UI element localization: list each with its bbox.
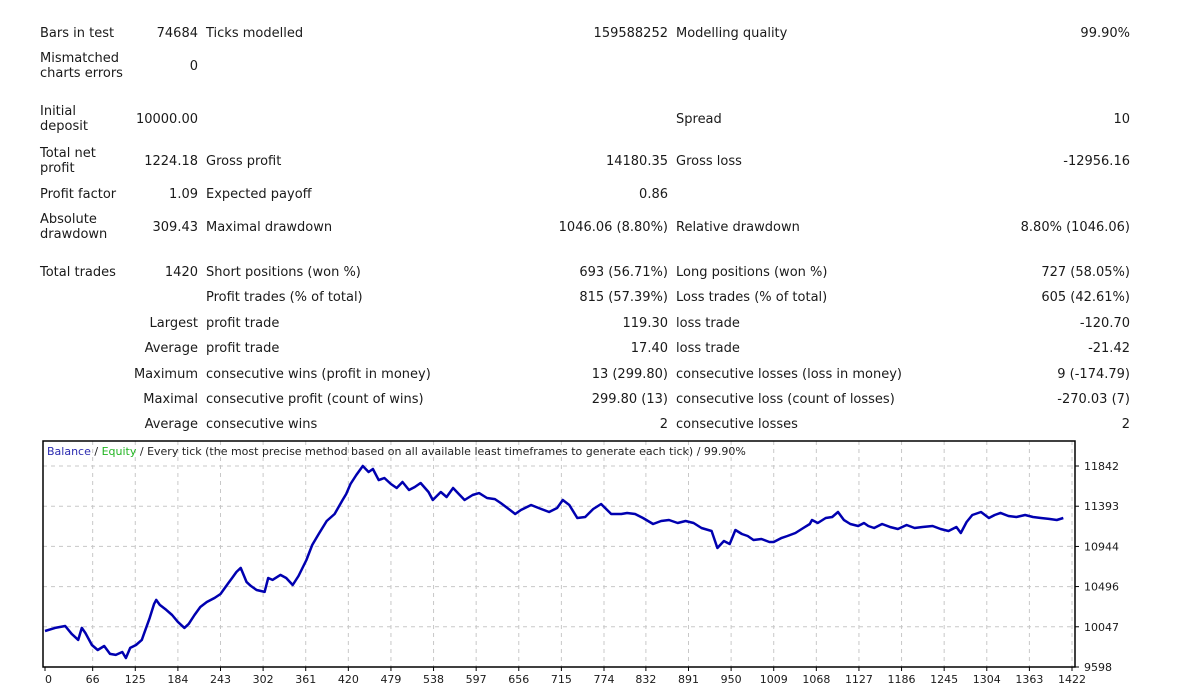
x-tick-label: 1127 — [845, 673, 873, 686]
chart-title: Balance / Equity / Every tick (the most … — [47, 445, 746, 458]
legend-sep: / — [90, 445, 102, 458]
balance-chart: 0 66 125 184 243 302 361 420 479 538 597 656 715 774 8… — [42, 440, 1119, 686]
x-tick-label: 1009 — [760, 673, 788, 686]
x-tick-label: 597 — [466, 673, 487, 686]
x-tick-label: 1422 — [1058, 673, 1086, 686]
x-tick-label: 1363 — [1015, 673, 1043, 686]
y-tick-label: 11842 — [1084, 460, 1119, 473]
x-tick-label: 361 — [295, 673, 316, 686]
y-tick-label: 11393 — [1084, 500, 1119, 513]
y-tick-label: 9598 — [1084, 661, 1112, 674]
x-tick-label: 1245 — [930, 673, 958, 686]
y-tick-label: 10047 — [1084, 621, 1119, 634]
x-tick-label: 715 — [551, 673, 572, 686]
x-tick-label: 656 — [508, 673, 529, 686]
chart-grid — [43, 441, 1075, 667]
chart-frame — [42, 440, 1076, 668]
x-tick-label: 950 — [721, 673, 742, 686]
x-tick-label: 479 — [380, 673, 401, 686]
x-tick-label: 302 — [253, 673, 274, 686]
x-tick-label: 243 — [210, 673, 231, 686]
x-tick-label: 832 — [635, 673, 656, 686]
x-axis: 0 66 125 184 243 302 361 420 479 538 597 656 715 774 8… — [44, 667, 1086, 686]
balance-series-line — [44, 464, 1064, 660]
x-tick-label: 0 — [45, 673, 52, 686]
x-tick-label: 774 — [594, 673, 615, 686]
x-tick-label: 1068 — [802, 673, 830, 686]
x-tick-label: 538 — [423, 673, 444, 686]
x-tick-label: 1186 — [888, 673, 916, 686]
y-tick-label: 10944 — [1084, 540, 1119, 553]
x-tick-label: 420 — [338, 673, 359, 686]
x-tick-label: 66 — [86, 673, 100, 686]
x-tick-label: 125 — [125, 673, 146, 686]
chart-title-text: / Every tick (the most precise method ba… — [136, 445, 746, 458]
x-tick-label: 184 — [167, 673, 188, 686]
x-tick-label: 891 — [678, 673, 699, 686]
legend-equity: Equity — [101, 445, 137, 458]
y-axis: 11842 11393 10944 10496 10047 9598 — [1075, 460, 1119, 674]
legend-balance: Balance — [47, 445, 91, 458]
y-tick-label: 10496 — [1084, 581, 1119, 594]
x-tick-label: 1304 — [973, 673, 1001, 686]
